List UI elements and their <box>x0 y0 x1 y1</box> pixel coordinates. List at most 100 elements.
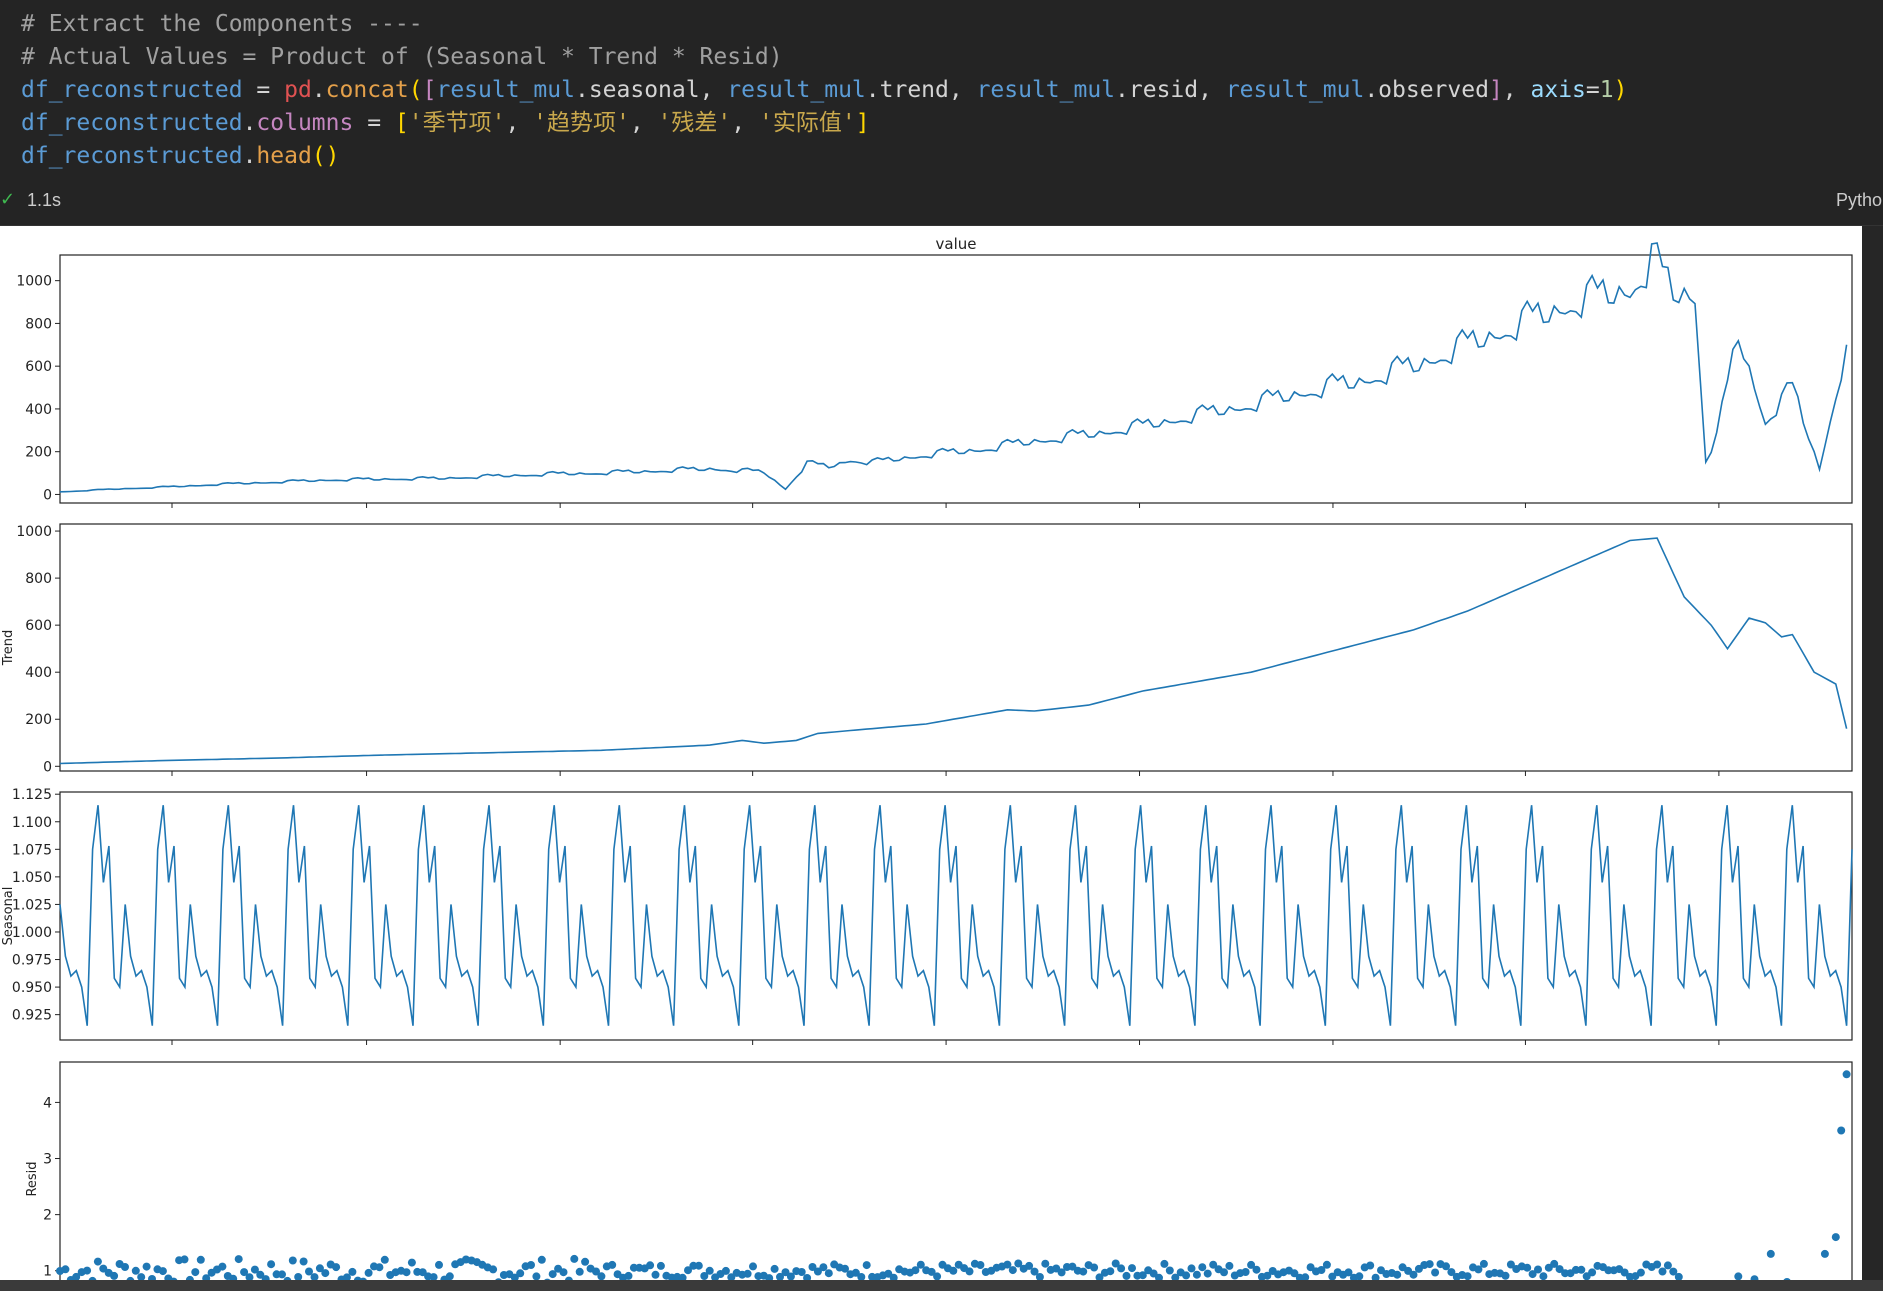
resid-point <box>348 1267 357 1276</box>
code-token: . <box>242 143 257 169</box>
resid-point <box>1636 1268 1645 1277</box>
resid-point <box>624 1271 633 1280</box>
code-token: .resid, <box>1115 77 1226 103</box>
resid-point <box>380 1255 389 1264</box>
code-token: .observed <box>1364 77 1489 103</box>
resid-point <box>1842 1070 1851 1079</box>
resid-point <box>364 1268 373 1277</box>
resid-point <box>1106 1267 1115 1276</box>
resid-point <box>131 1266 140 1275</box>
resid-point <box>1539 1272 1548 1281</box>
code-line[interactable]: df_reconstructed = pd.concat([result_mul… <box>21 74 1627 107</box>
subplot-value: 0 200 400 600 800 1000 value <box>16 235 1853 508</box>
code-token: columns <box>256 110 354 136</box>
resid-point <box>158 1267 167 1276</box>
y-tick-label: 0 <box>43 759 52 775</box>
resid-point <box>1588 1268 1597 1277</box>
y-tick-label: 600 <box>25 618 52 634</box>
code-token: df_reconstructed <box>21 143 243 169</box>
y-tick-label: 1.025 <box>12 897 52 913</box>
resid-point <box>1041 1259 1050 1268</box>
cell-status-bar: ✓ 1.1s Pytho <box>0 181 1883 226</box>
subplot-trend: 0 200 400 600 800 1000 Trend <box>1 523 1853 776</box>
horizontal-scrollbar[interactable] <box>0 1280 1883 1291</box>
code-token: concat <box>325 77 409 103</box>
resid-point <box>1225 1261 1234 1270</box>
resid-point <box>976 1261 985 1269</box>
y-tick-label: 3 <box>43 1152 52 1168</box>
success-check-icon: ✓ <box>0 189 16 210</box>
y-tick-label: 400 <box>25 665 52 681</box>
plot-area <box>59 1061 1853 1284</box>
subplot-title: value <box>936 235 977 253</box>
code-line[interactable]: df_reconstructed.columns = ['季节项', '趋势项'… <box>21 107 870 140</box>
resid-point <box>949 1266 958 1275</box>
resid-point <box>797 1268 806 1276</box>
resid-point <box>1366 1261 1375 1270</box>
code-token: . <box>311 77 326 103</box>
resid-point <box>1220 1268 1228 1277</box>
resid-point <box>407 1258 416 1267</box>
resid-point <box>721 1266 730 1275</box>
resid-point <box>1653 1260 1662 1269</box>
code-token: , <box>1502 77 1531 103</box>
y-tick-label: 1.075 <box>12 842 52 858</box>
resid-point <box>743 1269 752 1278</box>
resid-point <box>1501 1271 1510 1280</box>
resid-point <box>1090 1263 1099 1272</box>
code-token: axis <box>1530 77 1586 103</box>
resid-point <box>1322 1260 1331 1269</box>
resid-point <box>1577 1265 1586 1274</box>
y-tick-label: 800 <box>25 316 52 332</box>
resid-point <box>1128 1264 1136 1273</box>
subplot-resid: 1 2 3 4 Resid <box>25 1061 1853 1284</box>
code-line[interactable]: # Extract the Components ---- <box>21 8 423 41</box>
y-tick-label: 1 <box>43 1264 52 1280</box>
y-tick-label: 200 <box>25 445 52 461</box>
resid-point <box>749 1262 757 1271</box>
code-token: = <box>242 77 285 103</box>
y-axis-label: Trend <box>1 630 16 667</box>
code-token: , <box>629 110 658 136</box>
resid-point <box>1252 1265 1261 1274</box>
resid-point <box>1160 1259 1169 1268</box>
resid-point <box>1479 1259 1488 1268</box>
resid-point <box>581 1257 590 1266</box>
kernel-language-label[interactable]: Pytho <box>1836 190 1882 211</box>
resid-point <box>83 1266 92 1275</box>
resid-point <box>196 1255 205 1264</box>
code-token: '实际值' <box>758 110 856 136</box>
resid-point <box>402 1268 411 1277</box>
resid-point <box>299 1257 308 1266</box>
vertical-scrollbar[interactable] <box>1862 226 1883 1291</box>
code-line[interactable]: df_reconstructed.head() <box>21 140 340 173</box>
execution-time: 1.1s <box>27 190 62 210</box>
y-tick-label: 1000 <box>16 524 52 540</box>
resid-point <box>1198 1263 1207 1272</box>
resid-point <box>770 1264 779 1273</box>
resid-point <box>234 1255 243 1264</box>
cell-output: 0 200 400 600 800 1000 value 0 200 400 600 800 1000 T… <box>0 226 1862 1284</box>
resid-point <box>1431 1268 1440 1277</box>
code-token: [ <box>422 77 437 103</box>
code-token: .trend, <box>865 77 977 103</box>
y-tick-label: 0.975 <box>12 953 52 969</box>
code-token: result_mul <box>1225 77 1365 103</box>
code-token: pd <box>284 77 312 103</box>
code-token: .seasonal, <box>574 77 728 103</box>
resid-point <box>1165 1266 1174 1275</box>
code-token: , <box>731 110 759 136</box>
code-token: = <box>1585 77 1600 103</box>
y-tick-label: 1.000 <box>12 925 52 941</box>
code-token: df_reconstructed <box>21 110 243 136</box>
resid-point <box>656 1261 665 1270</box>
code-token: head <box>256 143 312 169</box>
code-cell[interactable]: # Extract the Components ---- # Actual Va… <box>0 0 1883 181</box>
resid-point <box>1117 1264 1126 1273</box>
resid-point <box>218 1262 227 1271</box>
code-line[interactable]: # Actual Values = Product of (Seasonal *… <box>21 41 783 74</box>
y-axis-label: Resid <box>25 1161 40 1196</box>
code-token: () <box>311 143 340 169</box>
code-token: ] <box>855 110 870 136</box>
subplot-seasonal: 0.925 0.950 0.975 1.000 1.025 1.050 1.075 1.100… <box>1 787 1853 1045</box>
